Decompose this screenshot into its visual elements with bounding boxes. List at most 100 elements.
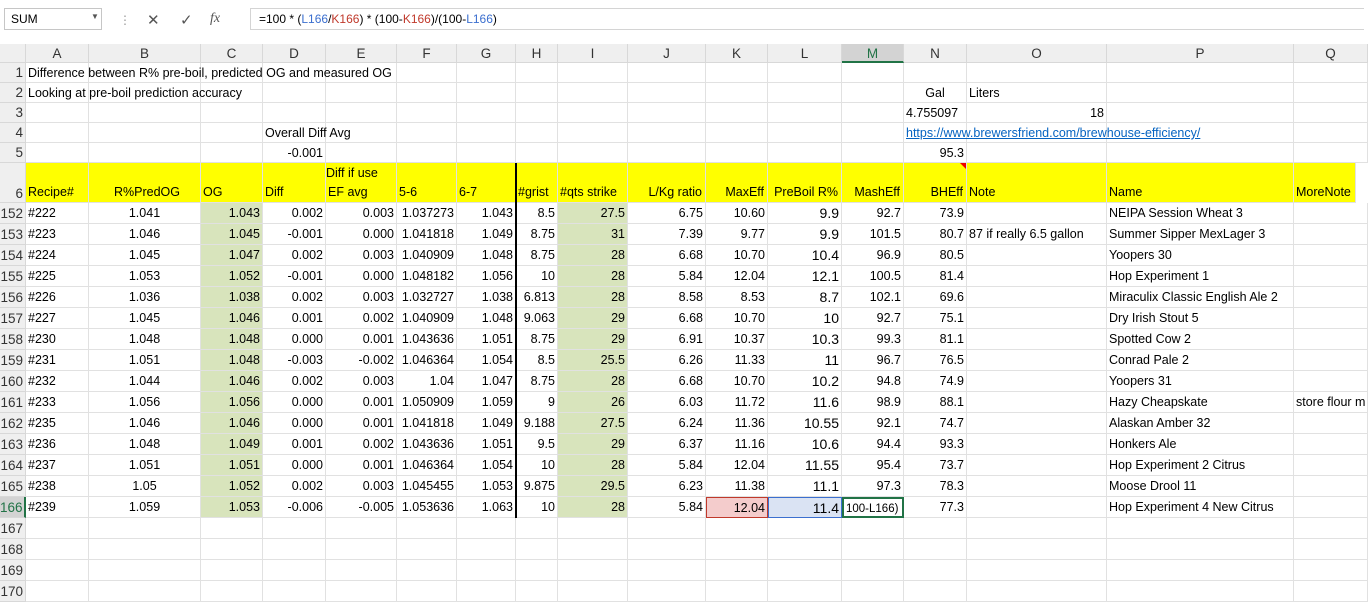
cell-n-165[interactable]: 78.3 [904,476,967,497]
cell-o-165[interactable] [967,476,1107,497]
cell-h[interactable] [516,539,558,560]
cell-b-155[interactable]: 1.053 [89,266,201,287]
cell-j-162[interactable]: 6.24 [628,413,706,434]
cell-d-154[interactable]: 0.002 [263,245,326,266]
cell-i-162[interactable]: 27.5 [558,413,628,434]
cell-d-152[interactable]: 0.002 [263,203,326,224]
cell-q-158[interactable] [1294,329,1368,350]
cell-j-161[interactable]: 6.03 [628,392,706,413]
cell-m-157[interactable]: 92.7 [842,308,904,329]
cell-o-157[interactable] [967,308,1107,329]
cell-j[interactable] [628,581,706,602]
column-header-h[interactable]: H [516,44,558,63]
cell-c[interactable] [201,143,263,163]
cell-l[interactable] [768,63,842,83]
cell-a[interactable] [26,518,89,539]
cell-n-159[interactable]: 76.5 [904,350,967,371]
cell-d[interactable] [263,83,326,103]
cell-i-158[interactable]: 29 [558,329,628,350]
cell-c-160[interactable]: 1.046 [201,371,263,392]
cell-h[interactable] [516,581,558,602]
cell-f[interactable] [397,581,457,602]
cell-c-158[interactable]: 1.048 [201,329,263,350]
cell-a-165[interactable]: #238 [26,476,89,497]
cell-e-155[interactable]: 0.000 [326,266,397,287]
cell-j[interactable] [628,123,706,143]
cell-f[interactable] [397,83,457,103]
cell-l-164[interactable]: 11.55 [768,455,842,476]
cell-g-156[interactable]: 1.038 [457,287,516,308]
column-label-m[interactable]: MashEff [842,163,904,203]
cell-l-166[interactable]: 11.4 [768,497,842,518]
cell-f[interactable] [397,123,457,143]
cell-m-153[interactable]: 101.5 [842,224,904,245]
cell-p-158[interactable]: Spotted Cow 2 [1107,329,1294,350]
cell-p-153[interactable]: Summer Sipper MexLager 3 [1107,224,1294,245]
cell-o[interactable]: 18 [967,103,1107,123]
cell-e-159[interactable]: -0.002 [326,350,397,371]
cell-l-152[interactable]: 9.9 [768,203,842,224]
cell-d[interactable] [263,581,326,602]
cell-q[interactable] [1294,143,1368,163]
cell-h-155[interactable]: 10 [516,266,558,287]
cell-o-158[interactable] [967,329,1107,350]
cell-n-152[interactable]: 73.9 [904,203,967,224]
cell-p[interactable] [1107,143,1294,163]
cell-f-153[interactable]: 1.041818 [397,224,457,245]
cell-j-152[interactable]: 6.75 [628,203,706,224]
column-header-c[interactable]: C [201,44,263,63]
cell-d[interactable]: Overall Diff Avg [263,123,351,143]
cell-k-157[interactable]: 10.70 [706,308,768,329]
cell-a[interactable] [26,103,89,123]
cell-k[interactable] [706,123,768,143]
cell-j-157[interactable]: 6.68 [628,308,706,329]
cell-e-163[interactable]: 0.002 [326,434,397,455]
cell-f-157[interactable]: 1.040909 [397,308,457,329]
cell-a-163[interactable]: #236 [26,434,89,455]
cell-n-161[interactable]: 88.1 [904,392,967,413]
cell-n-162[interactable]: 74.7 [904,413,967,434]
cell-l[interactable] [768,83,842,103]
column-header-l[interactable]: L [768,44,842,63]
cell-j[interactable] [628,518,706,539]
enter-icon[interactable]: ✓ [180,11,193,29]
column-label-f[interactable]: 5-6 [397,163,457,203]
cell-i-165[interactable]: 29.5 [558,476,628,497]
cell-e[interactable] [326,143,397,163]
cell-a-154[interactable]: #224 [26,245,89,266]
cell-l-165[interactable]: 11.1 [768,476,842,497]
cell-q-156[interactable] [1294,287,1368,308]
cell-k-153[interactable]: 9.77 [706,224,768,245]
cell-m[interactable] [842,560,904,581]
cell-h[interactable] [516,560,558,581]
cell-p-156[interactable]: Miraculix Classic English Ale 2 [1107,287,1294,308]
cell-l-158[interactable]: 10.3 [768,329,842,350]
cell-b-166[interactable]: 1.059 [89,497,201,518]
column-header-b[interactable]: B [89,44,201,63]
cell-e[interactable] [326,518,397,539]
cell-b-157[interactable]: 1.045 [89,308,201,329]
cell-g-154[interactable]: 1.048 [457,245,516,266]
cell-g[interactable] [457,560,516,581]
cell-h-161[interactable]: 9 [516,392,558,413]
cell-k-164[interactable]: 12.04 [706,455,768,476]
cell-q-155[interactable] [1294,266,1368,287]
cell-a[interactable]: Looking at pre-boil prediction accuracy [26,83,242,103]
insert-function-icon[interactable]: fx [210,11,220,27]
cell-k-165[interactable]: 11.38 [706,476,768,497]
cell-o-154[interactable] [967,245,1107,266]
cell-g-160[interactable]: 1.047 [457,371,516,392]
cell-c-159[interactable]: 1.048 [201,350,263,371]
cell-f[interactable] [397,560,457,581]
cell-p-155[interactable]: Hop Experiment 1 [1107,266,1294,287]
cell-k-154[interactable]: 10.70 [706,245,768,266]
cell-i-153[interactable]: 31 [558,224,628,245]
cell-i[interactable] [558,143,628,163]
cell-j-163[interactable]: 6.37 [628,434,706,455]
cell-a-155[interactable]: #225 [26,266,89,287]
cell-a-153[interactable]: #223 [26,224,89,245]
cell-g[interactable] [457,83,516,103]
row-header[interactable]: 166 [0,497,26,518]
cell-d-158[interactable]: 0.000 [263,329,326,350]
cell-e-153[interactable]: 0.000 [326,224,397,245]
